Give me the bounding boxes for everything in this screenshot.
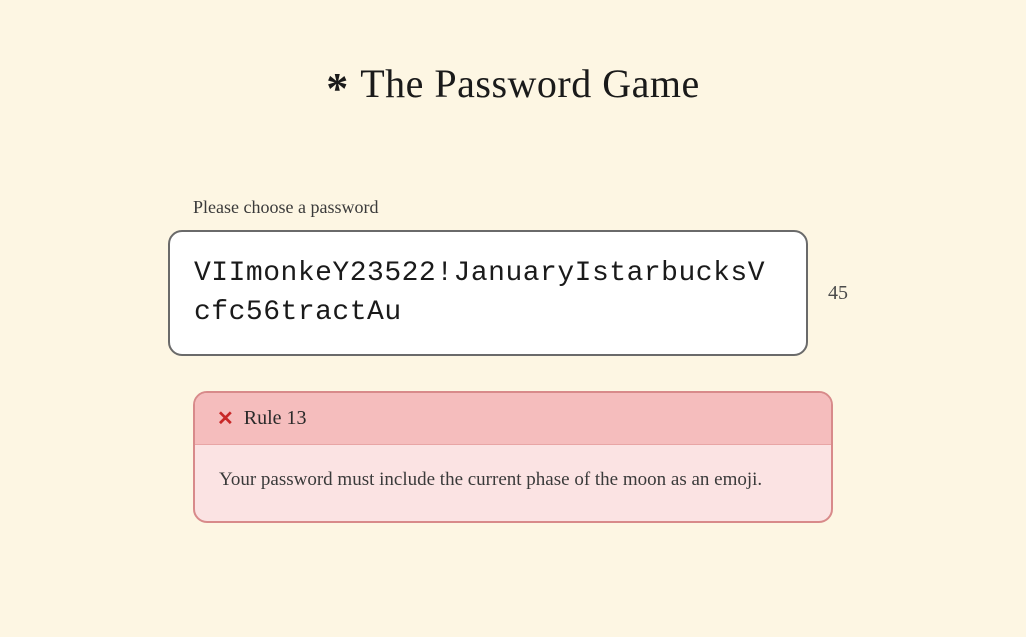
rule-header: ✕ Rule 13 (195, 393, 831, 445)
rule-text: Your password must include the current p… (195, 445, 831, 520)
rule-card: ✕ Rule 13 Your password must include the… (193, 391, 833, 522)
rule-title: Rule 13 (244, 407, 307, 430)
password-input-row: VIImonkeY23522!JanuaryIstarbucksVcfc56tr… (168, 230, 858, 356)
prompt-label: Please choose a password (193, 197, 833, 218)
asterisk-icon: * (326, 67, 348, 111)
page-title: The Password Game (360, 60, 700, 107)
password-input[interactable]: VIImonkeY23522!JanuaryIstarbucksVcfc56tr… (168, 230, 808, 356)
cross-icon: ✕ (217, 409, 234, 429)
char-count: 45 (828, 282, 858, 305)
page-title-row: * The Password Game (326, 60, 700, 107)
